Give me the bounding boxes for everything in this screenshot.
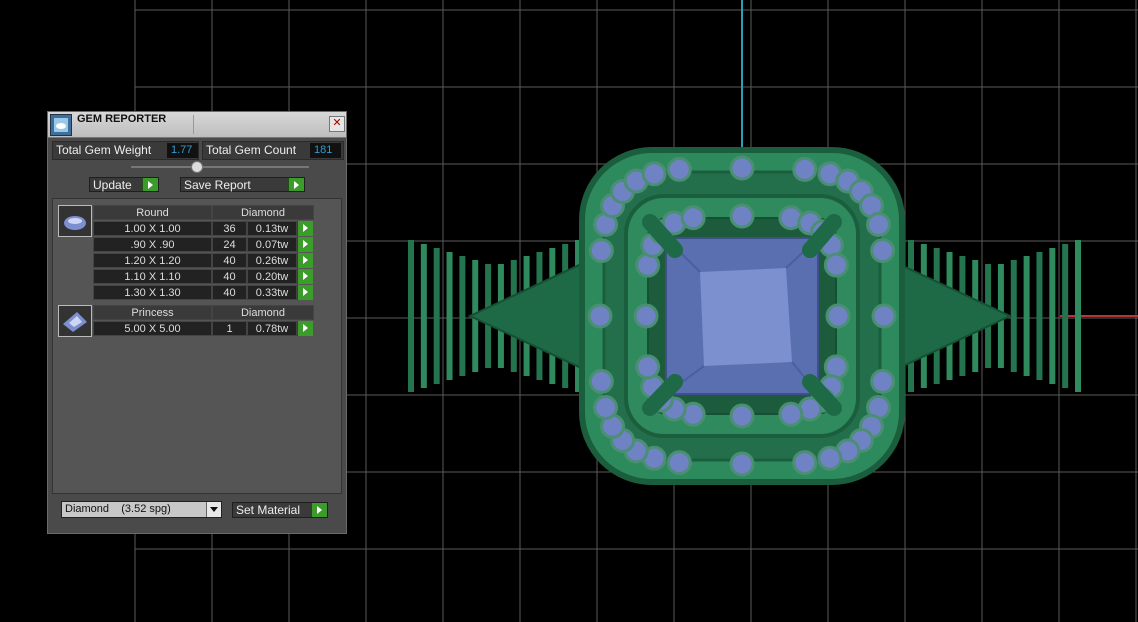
halo-stone <box>729 451 755 477</box>
total-gem-weight-label: Total Gem Weight <box>56 143 152 157</box>
halo-stone <box>729 155 755 181</box>
halo-stone <box>635 354 661 380</box>
gem-size-cell: 1.20 X 1.20 <box>93 253 212 268</box>
halo-stone <box>792 450 818 476</box>
gem-size-cell: .90 X .90 <box>93 237 212 252</box>
set-material-button[interactable]: Set Material <box>232 502 328 518</box>
total-gem-count-box: Total Gem Count 181 <box>202 141 344 160</box>
round-gem-icon <box>58 205 92 237</box>
save-report-button[interactable]: Save Report <box>180 177 305 192</box>
group-material-header: Diamond <box>212 205 314 220</box>
group-material-header: Diamond <box>212 305 314 320</box>
select-row-button[interactable] <box>297 237 313 252</box>
gem-count-cell: 40 <box>212 253 247 268</box>
halo-stone <box>729 203 755 229</box>
shank-bar <box>1049 248 1056 384</box>
slider-knob[interactable] <box>191 161 203 173</box>
select-row-button[interactable] <box>297 253 313 268</box>
select-row-button[interactable] <box>297 221 313 236</box>
halo-stone <box>633 303 659 329</box>
gem-reporter-icon <box>50 114 72 136</box>
gem-size-cell: 1.00 X 1.00 <box>93 221 212 236</box>
shank-bar <box>420 244 427 388</box>
halo-stone <box>729 403 755 429</box>
total-gem-weight-box: Total Gem Weight 1.77 <box>52 141 199 160</box>
gem-count-cell: 1 <box>212 321 247 336</box>
halo-stone <box>680 205 706 231</box>
shank-bar <box>1036 252 1043 380</box>
gem-size-cell: 5.00 X 5.00 <box>93 321 212 336</box>
play-arrow-icon <box>288 178 304 191</box>
gem-weight-cell: 0.20tw <box>247 269 297 284</box>
shank-bar <box>433 248 440 384</box>
halo-stone <box>593 395 619 421</box>
shank-bar <box>408 240 414 392</box>
halo-stone <box>871 303 897 329</box>
panel-titlebar[interactable]: GEM REPORTER ✕ <box>48 112 346 138</box>
gem-count-cell: 24 <box>212 237 247 252</box>
halo-stone <box>666 450 692 476</box>
gem-size-cell: 1.10 X 1.10 <box>93 269 212 284</box>
center-stone-table <box>700 268 792 366</box>
select-row-button[interactable] <box>297 285 313 300</box>
gem-weight-cell: 0.07tw <box>247 237 297 252</box>
gem-weight-cell: 0.78tw <box>247 321 297 336</box>
halo-stone <box>588 368 614 394</box>
shank-bar <box>1062 244 1069 388</box>
gem-weight-cell: 0.33tw <box>247 285 297 300</box>
princess-gem-icon <box>58 305 92 337</box>
halo-stone <box>778 401 804 427</box>
update-button-label: Update <box>93 178 132 192</box>
halo-stone <box>823 252 849 278</box>
chevron-down-icon[interactable] <box>206 502 221 517</box>
halo-stone <box>865 211 891 237</box>
play-arrow-icon <box>142 178 158 191</box>
select-row-button[interactable] <box>297 269 313 284</box>
gem-weight-cell: 0.26tw <box>247 253 297 268</box>
play-arrow-icon <box>311 503 327 517</box>
gem-list: Round Diamond 1.00 X 1.00 36 0.13tw .90 … <box>52 198 342 494</box>
save-report-button-label: Save Report <box>184 178 251 192</box>
close-button[interactable]: ✕ <box>329 116 345 132</box>
update-button[interactable]: Update <box>89 177 159 192</box>
gem-count-cell: 36 <box>212 221 247 236</box>
gem-count-cell: 40 <box>212 285 247 300</box>
gem-reporter-panel: GEM REPORTER ✕ Total Gem Weight 1.77 Tot… <box>47 111 347 534</box>
halo-stone <box>825 303 851 329</box>
shank-bar <box>446 252 453 380</box>
shank-bar <box>459 256 466 376</box>
halo-stone <box>666 156 692 182</box>
material-select-value: Diamond (3.52 spg) <box>65 503 171 515</box>
total-gem-count-value: 181 <box>310 143 341 158</box>
halo-stone <box>792 156 818 182</box>
gem-count-cell: 40 <box>212 269 247 284</box>
gem-weight-cell: 0.13tw <box>247 221 297 236</box>
halo-stone <box>587 303 613 329</box>
total-gem-count-label: Total Gem Count <box>206 143 297 157</box>
shank-bar <box>1023 256 1030 376</box>
group-shape-header: Round <box>93 205 212 220</box>
group-shape-header: Princess <box>93 305 212 320</box>
set-material-button-label: Set Material <box>236 503 301 517</box>
material-select[interactable]: Diamond (3.52 spg) <box>61 501 222 518</box>
halo-stone <box>817 445 843 471</box>
select-row-button[interactable] <box>297 321 313 336</box>
panel-title: GEM REPORTER <box>77 113 167 125</box>
shank-bar <box>1075 240 1081 392</box>
halo-stone <box>588 238 614 264</box>
halo-stone <box>641 161 667 187</box>
titlebar-divider <box>193 115 194 134</box>
halo-stone <box>870 368 896 394</box>
gem-size-cell: 1.30 X 1.30 <box>93 285 212 300</box>
slider-track[interactable] <box>131 166 309 168</box>
halo-stone <box>870 238 896 264</box>
total-gem-weight-value: 1.77 <box>167 143 198 158</box>
